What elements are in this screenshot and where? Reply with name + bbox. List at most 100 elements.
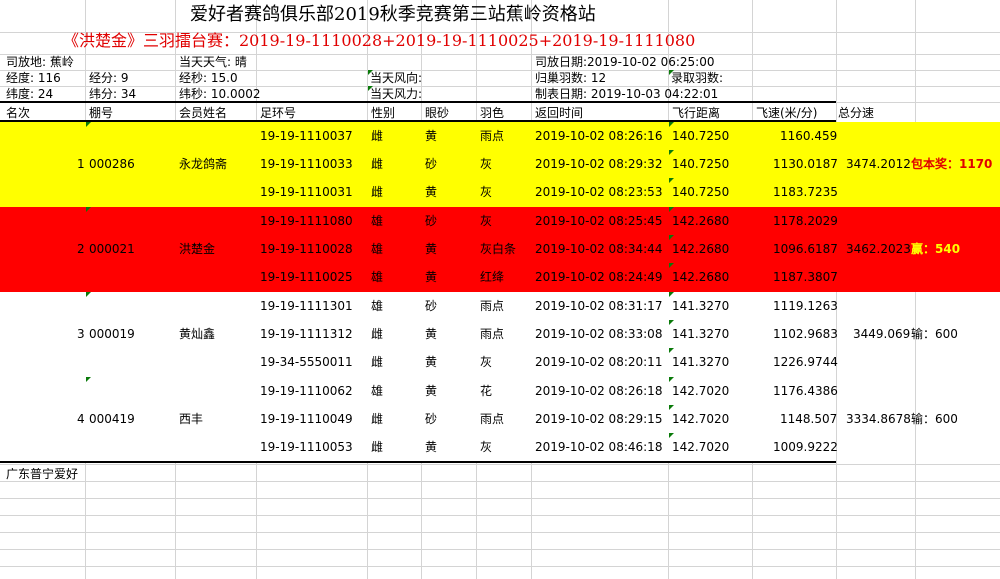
wind-force: 当天风力:	[370, 87, 423, 101]
flight-speed: 1119.1263	[773, 299, 838, 313]
feather-color: 雨点	[480, 327, 505, 341]
flight-distance: 140.7250	[672, 129, 730, 143]
ring-number: 19-19-1110033	[260, 157, 353, 171]
ring-number: 19-19-1111301	[260, 299, 353, 313]
group-member: 西丰	[179, 412, 204, 426]
header-color: 羽色	[480, 106, 505, 120]
group-member: 永龙鸽斋	[179, 157, 228, 171]
header-distance: 飞行距离	[672, 106, 721, 120]
flight-speed: 1183.7235	[773, 185, 838, 199]
return-time: 2019-10-02 08:46:18	[535, 440, 663, 454]
cell-comment-marker	[669, 433, 674, 438]
ring-number: 19-19-1110031	[260, 185, 353, 199]
table-bottom-rule	[0, 461, 836, 463]
flight-speed: 1009.9222	[773, 440, 838, 454]
cell-comment-marker	[669, 207, 674, 212]
group-total-speed: 3474.2012	[846, 157, 911, 171]
flight-speed: 1226.9744	[773, 355, 838, 369]
cell-comment-marker	[669, 122, 674, 127]
header-ring: 足环号	[260, 106, 297, 120]
group-rank: 4	[77, 412, 85, 426]
flight-distance: 142.2680	[672, 242, 730, 256]
sex: 雄	[371, 299, 384, 313]
eye-sand: 黄	[425, 384, 438, 398]
feather-color: 灰	[480, 157, 493, 171]
feather-color: 花	[480, 384, 493, 398]
feather-color: 雨点	[480, 129, 505, 143]
sex: 雌	[371, 129, 384, 143]
ring-number: 19-19-1110028	[260, 242, 353, 256]
feather-color: 灰	[480, 185, 493, 199]
cell-comment-marker	[669, 235, 674, 240]
ring-number: 19-19-1111080	[260, 214, 353, 228]
sex: 雌	[371, 185, 384, 199]
eye-sand: 黄	[425, 129, 438, 143]
wind-direction: 当天风向:	[370, 71, 423, 85]
cell-comment-marker	[669, 377, 674, 382]
group-rank: 1	[77, 157, 85, 171]
sex: 雄	[371, 384, 384, 398]
eye-sand: 砂	[425, 412, 438, 426]
cell-comment-marker	[86, 377, 91, 382]
longitude-seconds: 经秒: 15.0	[179, 71, 238, 85]
latitude-minutes: 纬分: 34	[89, 87, 137, 101]
feather-color: 红绛	[480, 270, 505, 284]
group-result: 输：600	[911, 327, 958, 341]
sex: 雌	[371, 412, 384, 426]
flight-speed: 1096.6187	[773, 242, 838, 256]
sex: 雌	[371, 355, 384, 369]
header-top-rule	[0, 101, 836, 103]
flight-distance: 141.3270	[672, 327, 730, 341]
sex: 雌	[371, 327, 384, 341]
group-band-3-4	[0, 292, 836, 462]
cell-comment-marker	[669, 292, 674, 297]
flight-distance: 142.7020	[672, 440, 730, 454]
group-result: 包本奖：1170	[911, 157, 993, 171]
return-time: 2019-10-02 08:26:18	[535, 384, 663, 398]
eye-sand: 黄	[425, 327, 438, 341]
flight-distance: 142.2680	[672, 214, 730, 228]
eye-sand: 黄	[425, 185, 438, 199]
feather-color: 雨点	[480, 412, 505, 426]
header-speed: 飞速(米/分)	[756, 106, 818, 120]
weather: 当天天气: 晴	[179, 55, 247, 69]
sex: 雄	[371, 214, 384, 228]
ring-number: 19-19-1110049	[260, 412, 353, 426]
cell-comment-marker	[368, 86, 373, 91]
group-shed: 000286	[89, 157, 135, 171]
return-time: 2019-10-02 08:29:15	[535, 412, 663, 426]
return-time: 2019-10-02 08:33:08	[535, 327, 663, 341]
flight-speed: 1160.459	[780, 129, 838, 143]
flight-distance: 140.7250	[672, 185, 730, 199]
page-title: 爱好者赛鸽俱乐部2019秋季竞赛第三站蕉岭资格站	[190, 4, 596, 25]
flight-speed: 1148.507	[780, 412, 838, 426]
ring-number: 19-19-1110062	[260, 384, 353, 398]
flight-distance: 142.2680	[672, 270, 730, 284]
flight-distance: 142.7020	[672, 412, 730, 426]
cell-comment-marker	[86, 207, 91, 212]
returned-count: 归巢羽数: 12	[535, 71, 607, 85]
group-shed: 000019	[89, 327, 135, 341]
feather-color: 灰	[480, 355, 493, 369]
header-shed: 棚号	[89, 106, 114, 120]
return-time: 2019-10-02 08:20:11	[535, 355, 663, 369]
flight-speed: 1187.3807	[773, 270, 838, 284]
release-date: 司放日期:2019-10-02 06:25:00	[535, 55, 715, 69]
header-return-time: 返回时间	[535, 106, 584, 120]
group-result: 输：600	[911, 412, 958, 426]
footer-text: 广东普宁爱好	[6, 468, 79, 480]
longitude-minutes: 经分: 9	[89, 71, 129, 85]
header-eye: 眼砂	[425, 106, 450, 120]
header-member: 会员姓名	[179, 106, 228, 120]
eye-sand: 黄	[425, 440, 438, 454]
sex: 雄	[371, 270, 384, 284]
return-time: 2019-10-02 08:25:45	[535, 214, 663, 228]
flight-speed: 1178.2029	[773, 214, 838, 228]
ring-number: 19-34-5550011	[260, 355, 353, 369]
header-rank: 名次	[6, 106, 31, 120]
sex: 雄	[371, 242, 384, 256]
return-time: 2019-10-02 08:26:16	[535, 129, 663, 143]
cell-comment-marker	[669, 263, 674, 268]
flight-distance: 142.7020	[672, 384, 730, 398]
group-member: 黄灿鑫	[179, 327, 216, 341]
